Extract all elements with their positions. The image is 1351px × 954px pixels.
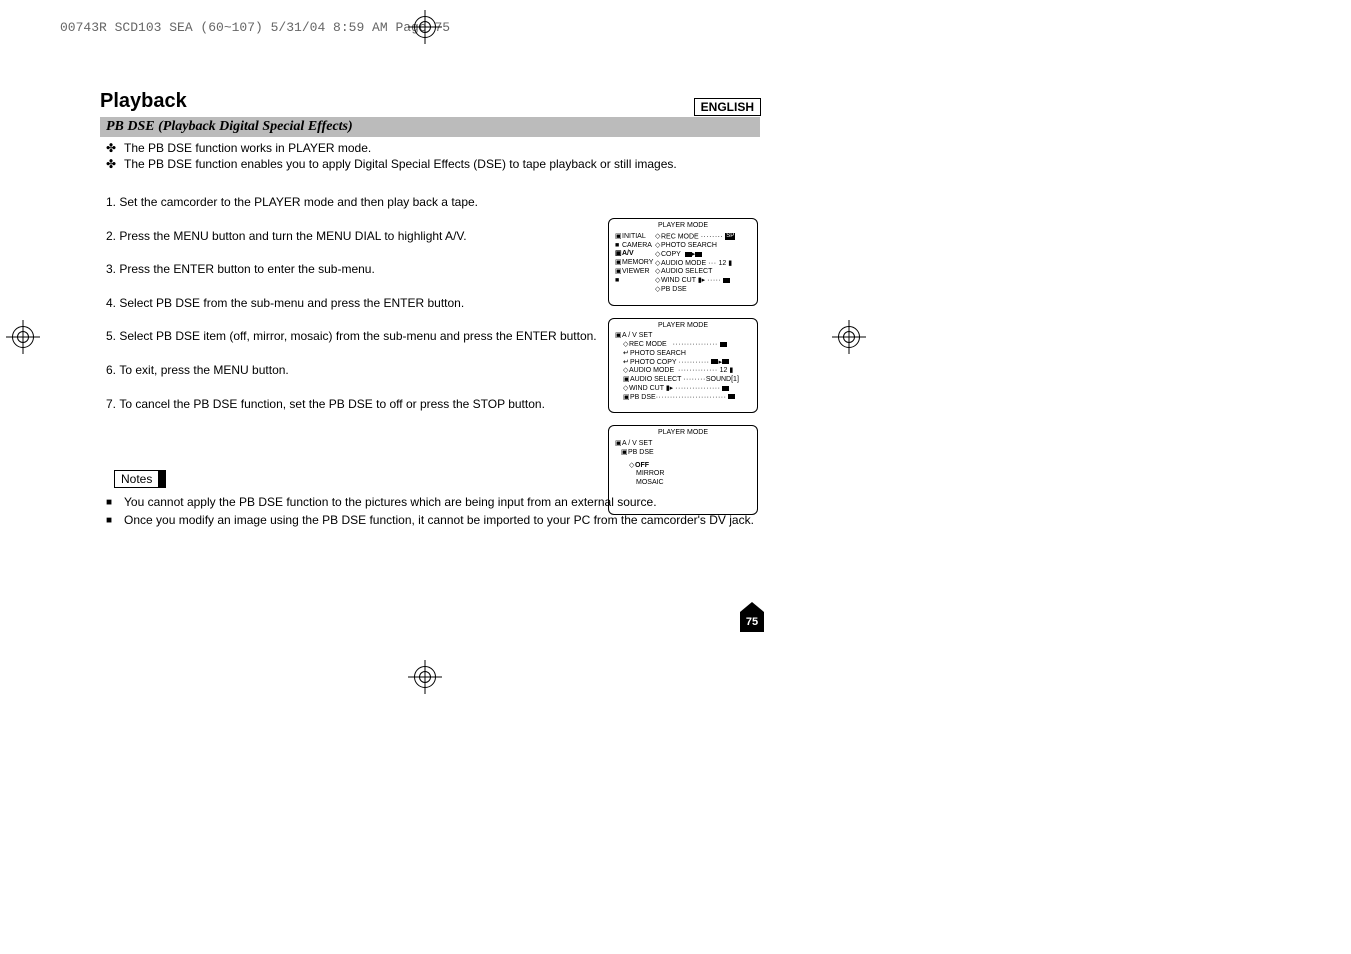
osd-row-val: 12 (720, 367, 728, 374)
folder-icon: ▣ (615, 332, 622, 341)
return-icon: ↵ (623, 350, 630, 359)
osd-right-label: COPY (661, 251, 681, 258)
osd-left-item: INITIAL (622, 233, 646, 240)
square-bullet-icon: ■ (106, 512, 124, 528)
osd-row-label: PB DSE (630, 394, 656, 401)
square-bullet-icon: ■ (615, 277, 622, 286)
osd-left-item: VIEWER (622, 268, 650, 275)
folder-icon: ▣ (615, 259, 622, 268)
osd-row-label: AUDIO SELECT (630, 376, 681, 383)
tape-icon (685, 252, 692, 257)
osd-panel-av-set: PLAYER MODE ▣A / V SET ◇REC MODE ·······… (608, 318, 758, 414)
osd-right-label: AUDIO SELECT (661, 268, 712, 275)
section-header: PB DSE (Playback Digital Special Effects… (100, 117, 760, 137)
page-title: Playback (100, 90, 760, 113)
sp-badge: SP (725, 233, 735, 241)
osd-option: OFF (635, 462, 649, 469)
bullet-icon: ✤ (106, 141, 124, 155)
osd-left-item: MEMORY (622, 259, 653, 266)
wind-icon: ▮▸ (666, 385, 673, 392)
return-icon: ↵ (623, 359, 630, 368)
folder-icon: ▣ (623, 394, 630, 403)
page-number-badge: 75 (740, 612, 764, 632)
registration-mark-icon (832, 320, 866, 354)
osd-option: MIRROR (629, 470, 757, 479)
osd-sub-sub: PB DSE (628, 449, 654, 456)
osd-sub-head: A / V SET (622, 440, 652, 447)
value-icon (720, 342, 727, 347)
step-item: Set the camcorder to the PLAYER mode and… (106, 195, 760, 211)
osd-right-label: PHOTO SEARCH (661, 242, 717, 249)
osd-title: PLAYER MODE (609, 319, 757, 333)
off-icon (722, 386, 729, 391)
bit-icon: ▮ (728, 260, 732, 267)
off-icon (723, 278, 730, 283)
osd-option: MOSAIC (629, 479, 757, 488)
folder-icon: ▣ (623, 376, 630, 385)
folder-icon: ▣ (621, 449, 628, 458)
osd-row-label: PHOTO SEARCH (630, 350, 686, 357)
osd-left-item: CAMERA (622, 242, 652, 249)
bullet-icon: ✤ (106, 157, 124, 171)
osd-right-label: WIND CUT (661, 277, 696, 284)
folder-icon: ▣ (615, 250, 622, 259)
folder-icon: ▣ (615, 440, 622, 449)
note-text: You cannot apply the PB DSE function to … (124, 494, 657, 510)
card-icon (722, 359, 729, 364)
osd-right-val: 12 (719, 260, 727, 267)
osd-title: PLAYER MODE (609, 219, 757, 233)
value-icon (728, 394, 735, 399)
registration-mark-icon (408, 10, 442, 44)
notes-label: Notes (114, 470, 166, 488)
osd-right-label: AUDIO MODE (661, 260, 706, 267)
osd-illustrations: PLAYER MODE ▣INITIAL ■CAMERA ▣A/V ▣MEMOR… (608, 218, 758, 527)
intro-block: ✤ The PB DSE function works in PLAYER mo… (106, 141, 760, 171)
card-icon (695, 252, 702, 257)
osd-sub-head: A / V SET (622, 332, 652, 339)
print-slug-line: 00743R SCD103 SEA (60~107) 5/31/04 8:59 … (60, 20, 450, 35)
osd-panel-pb-dse: PLAYER MODE ▣A / V SET ▣PB DSE ◇OFF MIRR… (608, 425, 758, 515)
osd-row-label: AUDIO MODE (629, 367, 674, 374)
intro-text: The PB DSE function enables you to apply… (124, 157, 677, 171)
osd-right-label: REC MODE (661, 233, 699, 240)
bit-icon: ▮ (729, 367, 733, 374)
osd-title: PLAYER MODE (609, 426, 757, 440)
osd-row-label: WIND CUT (629, 385, 664, 392)
osd-right-label: PB DSE (661, 286, 687, 293)
wind-icon: ▮▸ (698, 277, 705, 284)
square-bullet-icon: ■ (615, 242, 622, 251)
tape-icon (711, 359, 718, 364)
osd-row-label: PHOTO COPY (630, 359, 676, 366)
intro-text: The PB DSE function works in PLAYER mode… (124, 141, 371, 155)
folder-icon: ▣ (615, 268, 622, 277)
registration-mark-icon (6, 320, 40, 354)
osd-panel-main-menu: PLAYER MODE ▣INITIAL ■CAMERA ▣A/V ▣MEMOR… (608, 218, 758, 306)
osd-row-val: SOUND[1] (706, 376, 739, 383)
registration-mark-icon (408, 660, 442, 694)
square-bullet-icon: ■ (106, 494, 124, 510)
folder-icon: ▣ (615, 233, 622, 242)
osd-row-label: REC MODE (629, 341, 667, 348)
osd-left-item: A/V (622, 250, 634, 257)
